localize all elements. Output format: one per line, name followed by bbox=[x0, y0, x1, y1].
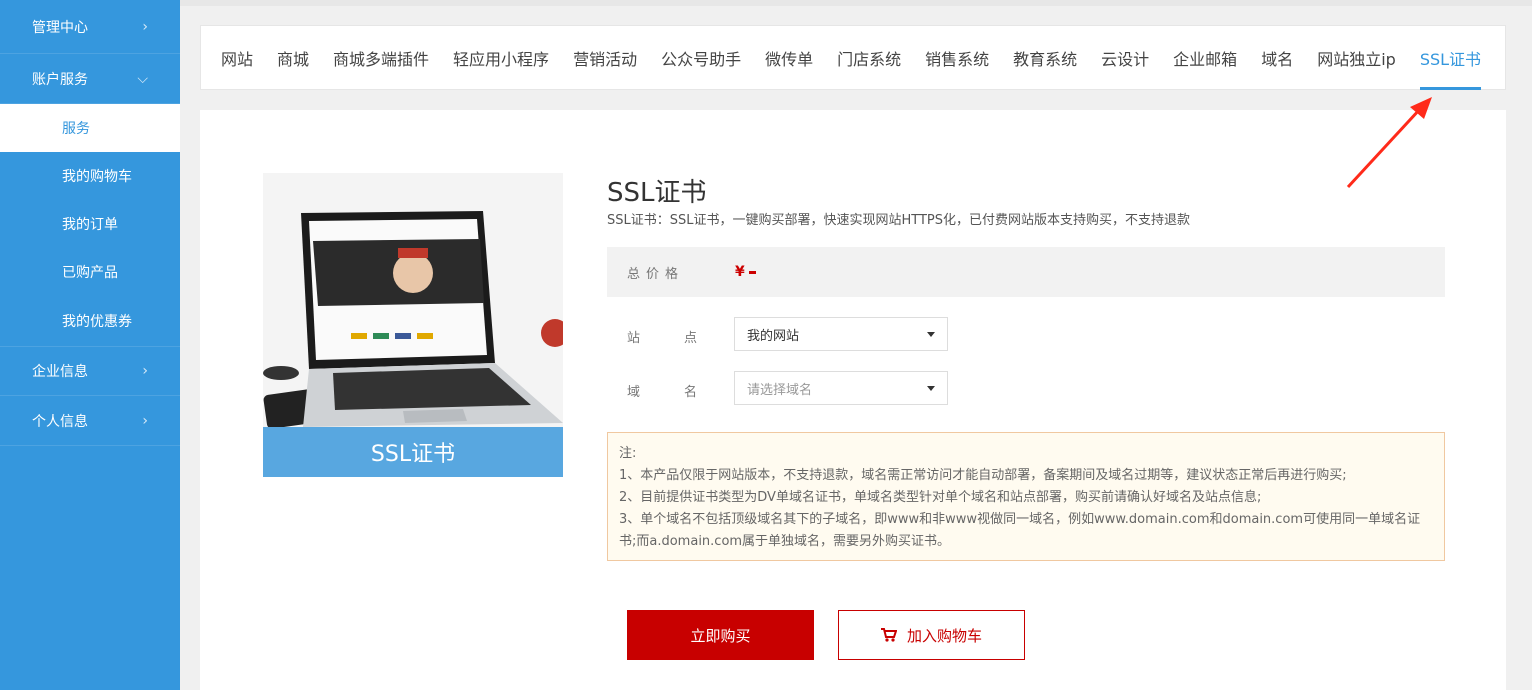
chevron-down-icon: ⌵ bbox=[137, 70, 148, 87]
annotation-arrow-icon bbox=[1346, 97, 1432, 189]
tab-enterprise-email[interactable]: 企业邮箱 bbox=[1173, 25, 1237, 90]
product-panel: SSL证书 SSL证书 SSL证书：SSL证书，一键购买部署，快速实现网站HTT… bbox=[200, 110, 1506, 690]
notice-line: 2、目前提供证书类型为DV单域名证书，单域名类型针对单个域名和站点部署，购买前请… bbox=[619, 490, 1262, 505]
sidebar-item-label: 服务 bbox=[62, 121, 90, 137]
tab-mall-plugin[interactable]: 商城多端插件 bbox=[333, 25, 429, 90]
product-image-caption: SSL证书 bbox=[263, 427, 563, 477]
tab-micro-flyer[interactable]: 微传单 bbox=[765, 25, 813, 90]
price-box: 总价格 ¥ bbox=[607, 247, 1445, 297]
notice-title: 注: bbox=[619, 446, 637, 461]
sidebar-item-label: 账户服务 bbox=[32, 71, 88, 88]
tab-cloud-design[interactable]: 云设计 bbox=[1101, 25, 1149, 90]
site-select[interactable]: 我的网站 bbox=[734, 317, 948, 351]
add-to-cart-label: 加入购物车 bbox=[906, 626, 982, 645]
tab-education-system[interactable]: 教育系统 bbox=[1013, 25, 1077, 90]
tab-official-account[interactable]: 公众号助手 bbox=[661, 25, 741, 90]
site-label-char: 点 bbox=[683, 331, 697, 346]
sidebar-subitem-orders[interactable]: 我的订单 bbox=[0, 200, 180, 248]
domain-label: 域 名 bbox=[627, 381, 697, 400]
tab-mall[interactable]: 商城 bbox=[277, 25, 309, 90]
sidebar-item-label: 个人信息 bbox=[32, 413, 88, 430]
chevron-right-icon: › bbox=[142, 18, 148, 35]
notice-line: 3、单个域名不包括顶级域名其下的子域名，即www和非www视做同一域名，例如ww… bbox=[619, 512, 1421, 549]
sidebar-item-personal-info[interactable]: 个人信息 › bbox=[0, 396, 180, 446]
chevron-right-icon: › bbox=[142, 363, 148, 379]
product-nav: 网站 商城 商城多端插件 轻应用小程序 营销活动 公众号助手 微传单 门店系统 … bbox=[200, 25, 1506, 90]
caret-down-icon bbox=[927, 385, 935, 391]
chevron-right-icon: › bbox=[142, 412, 148, 429]
notice-line: 1、本产品仅限于网站版本，不支持退款，域名需正常访问才能自动部署，备案期间及域名… bbox=[619, 468, 1347, 483]
tab-marketing[interactable]: 营销活动 bbox=[573, 25, 637, 90]
tab-mini-program[interactable]: 轻应用小程序 bbox=[453, 25, 549, 90]
domain-select-placeholder: 请选择域名 bbox=[747, 382, 813, 398]
sidebar-item-label: 企业信息 bbox=[32, 364, 88, 380]
price-placeholder bbox=[748, 270, 756, 274]
sidebar-subitem-coupons[interactable]: 我的优惠券 bbox=[0, 296, 180, 346]
site-label-char: 站 bbox=[627, 331, 641, 346]
domain-select[interactable]: 请选择域名 bbox=[734, 371, 948, 405]
tab-ssl-certificate[interactable]: SSL证书 bbox=[1419, 25, 1482, 90]
sidebar: 管理中心 › 账户服务 ⌵ 服务 我的购物车 我的订单 已购产品 我的优惠券 企… bbox=[0, 0, 180, 690]
tab-website[interactable]: 网站 bbox=[221, 25, 253, 90]
sidebar-item-label: 已购产品 bbox=[62, 265, 118, 281]
product-description: SSL证书：SSL证书，一键购买部署，快速实现网站HTTPS化，已付费网站版本支… bbox=[607, 213, 1191, 228]
caret-down-icon bbox=[927, 331, 935, 337]
top-strip bbox=[180, 0, 1532, 6]
notice-box: 注: 1、本产品仅限于网站版本，不支持退款，域名需正常访问才能自动部署，备案期间… bbox=[607, 432, 1445, 561]
site-select-value: 我的网站 bbox=[747, 328, 800, 344]
sidebar-item-label: 我的购物车 bbox=[62, 169, 132, 185]
currency-symbol: ¥ bbox=[735, 264, 745, 280]
sidebar-item-account-service[interactable]: 账户服务 ⌵ bbox=[0, 54, 180, 104]
sidebar-item-management-center[interactable]: 管理中心 › bbox=[0, 0, 180, 54]
sidebar-item-company-info[interactable]: 企业信息 › bbox=[0, 346, 180, 396]
price-label: 总价格 bbox=[627, 266, 685, 282]
tab-dedicated-ip[interactable]: 网站独立ip bbox=[1317, 25, 1396, 90]
product-title: SSL证书 bbox=[607, 178, 707, 208]
tab-domain[interactable]: 域名 bbox=[1261, 25, 1293, 90]
tab-store-system[interactable]: 门店系统 bbox=[837, 25, 901, 90]
buy-now-button[interactable]: 立即购买 bbox=[627, 610, 814, 660]
sidebar-subitem-cart[interactable]: 我的购物车 bbox=[0, 152, 180, 200]
sidebar-item-label: 管理中心 bbox=[32, 19, 88, 36]
sidebar-subitem-purchased[interactable]: 已购产品 bbox=[0, 248, 180, 296]
sidebar-subitem-service[interactable]: 服务 bbox=[0, 104, 180, 152]
sidebar-item-label: 我的优惠券 bbox=[62, 314, 132, 330]
domain-label-char: 名 bbox=[683, 385, 697, 400]
domain-label-char: 域 bbox=[627, 385, 641, 400]
add-to-cart-button[interactable]: 加入购物车 bbox=[838, 610, 1025, 660]
laptop-illustration bbox=[263, 173, 563, 427]
cart-icon bbox=[880, 628, 897, 642]
product-image: SSL证书 bbox=[263, 173, 563, 477]
tab-sales-system[interactable]: 销售系统 bbox=[925, 25, 989, 90]
sidebar-item-label: 我的订单 bbox=[62, 217, 118, 233]
price-value: ¥ bbox=[735, 264, 756, 280]
site-label: 站 点 bbox=[627, 327, 697, 346]
